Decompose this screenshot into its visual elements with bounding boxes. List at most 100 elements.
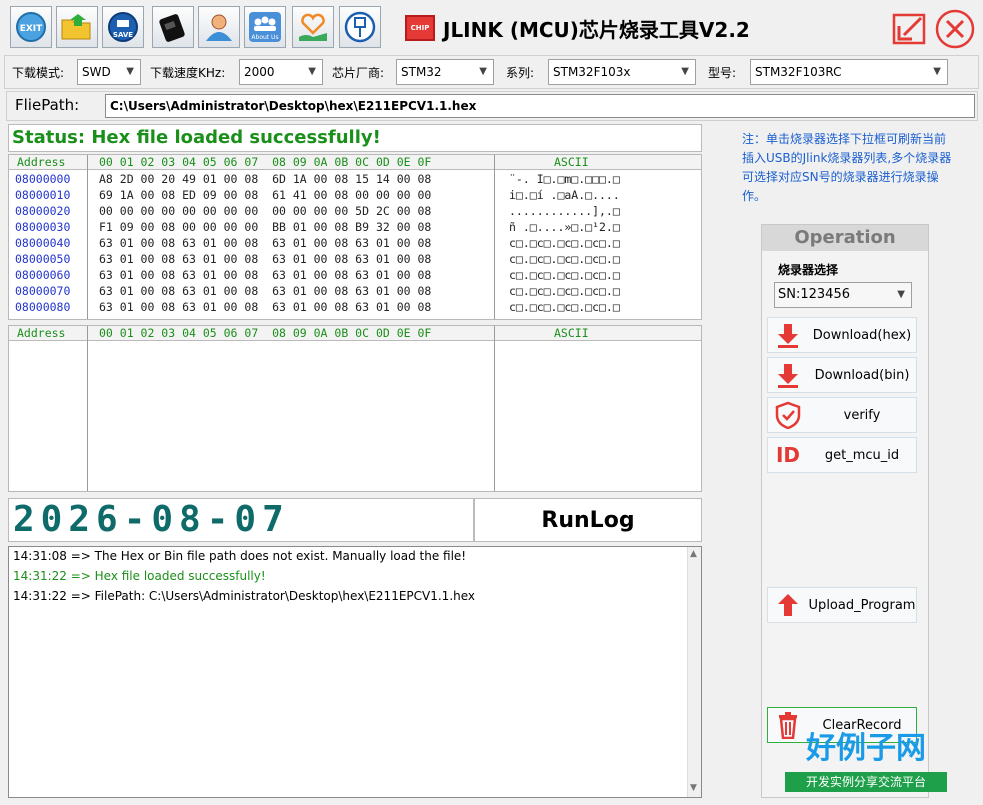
hex-bytes: 00 00 00 00 00 00 00 00 00 00 00 00 5D 2… bbox=[99, 204, 432, 218]
hex-header-bytes: 00 01 02 03 04 05 06 07 08 09 0A 0B 0C 0… bbox=[99, 326, 432, 340]
scroll-up-icon[interactable]: ▲ bbox=[690, 549, 697, 559]
chip-icon: CHIP bbox=[405, 15, 435, 41]
download-bin-button[interactable]: Download(bin) bbox=[767, 357, 917, 393]
hex-address: 08000080 bbox=[15, 300, 71, 314]
upload-icon bbox=[768, 592, 808, 618]
filepath-input[interactable]: C:\Users\Administrator\Desktop\hex\E211E… bbox=[105, 94, 975, 118]
hex-address: 08000010 bbox=[15, 188, 71, 202]
series-value: STM32F103x bbox=[553, 65, 631, 79]
hex-ascii: c□.□c□.□c□.□c□.□ bbox=[509, 236, 620, 250]
minimize-button[interactable] bbox=[891, 12, 927, 46]
download-hex-button[interactable]: Download(hex) bbox=[767, 317, 917, 353]
programmer-value: SN:123456 bbox=[778, 287, 850, 302]
log-scrollbar[interactable]: ▲ ▼ bbox=[687, 547, 701, 797]
hex-header: Address 00 01 02 03 04 05 06 07 08 09 0A… bbox=[9, 326, 701, 341]
jlink-device-icon bbox=[159, 14, 185, 42]
hex-address: 08000070 bbox=[15, 284, 71, 298]
column-divider bbox=[87, 326, 88, 491]
vendor-select[interactable]: STM32 ▼ bbox=[396, 59, 494, 85]
usage-note-text: 注：单击烧录器选择下拉框可刷新当前插入USB的Jlink烧录器列表,多个烧录器可… bbox=[742, 132, 952, 203]
hex-view-main[interactable]: Address 00 01 02 03 04 05 06 07 08 09 0A… bbox=[8, 154, 702, 320]
model-select[interactable]: STM32F103RC ▼ bbox=[750, 59, 948, 85]
chevron-down-icon: ▼ bbox=[897, 289, 905, 300]
usage-note: 注：单击烧录器选择下拉框可刷新当前插入USB的Jlink烧录器列表,多个烧录器可… bbox=[742, 130, 954, 206]
usb-button[interactable] bbox=[339, 6, 381, 48]
minimize-icon bbox=[892, 13, 926, 45]
hex-ascii: c□.□c□.□c□.□c□.□ bbox=[509, 252, 620, 266]
verify-button[interactable]: verify bbox=[767, 397, 917, 433]
open-file-button[interactable] bbox=[56, 6, 98, 48]
heart-hand-button[interactable] bbox=[292, 6, 334, 48]
get-mcu-id-label: get_mcu_id bbox=[824, 447, 900, 463]
speed-select[interactable]: 2000 ▼ bbox=[239, 59, 323, 85]
runlog-title-text: RunLog bbox=[541, 508, 635, 533]
download-icon bbox=[768, 322, 808, 348]
speed-value: 2000 bbox=[244, 65, 275, 79]
jlink-device-button[interactable] bbox=[152, 6, 194, 48]
hex-row: 08000040 63 01 00 08 63 01 00 08 63 01 00… bbox=[9, 235, 701, 251]
hex-header: Address 00 01 02 03 04 05 06 07 08 09 0A… bbox=[9, 155, 701, 170]
filepath-value: C:\Users\Administrator\Desktop\hex\E211E… bbox=[110, 99, 477, 113]
hex-address: 08000040 bbox=[15, 236, 71, 250]
operation-panel: Operation 烧录器选择 SN:123456 ▼ Download(hex… bbox=[761, 224, 929, 798]
hex-bytes: F1 09 00 08 00 00 00 00 BB 01 00 08 B9 3… bbox=[99, 220, 432, 234]
scroll-down-icon[interactable]: ▼ bbox=[690, 783, 697, 793]
log-line: 14:31:22 => Hex file loaded successfully… bbox=[13, 569, 266, 583]
programmer-label: 烧录器选择 bbox=[778, 263, 839, 277]
exit-button[interactable]: EXIT bbox=[10, 6, 52, 48]
close-button[interactable] bbox=[934, 9, 976, 49]
hex-bytes: A8 2D 00 20 49 01 00 08 6D 1A 00 08 15 1… bbox=[99, 172, 432, 186]
hex-row: 08000050 63 01 00 08 63 01 00 08 63 01 00… bbox=[9, 251, 701, 267]
runlog-panel[interactable]: 14:31:08 => The Hex or Bin file path doe… bbox=[8, 546, 702, 798]
hex-address: 08000000 bbox=[15, 172, 71, 186]
hex-row: 08000070 63 01 00 08 63 01 00 08 63 01 00… bbox=[9, 283, 701, 299]
window-title-text: JLINK (MCU)芯片烧录工具V2.2 bbox=[443, 17, 750, 42]
close-icon bbox=[935, 9, 975, 49]
download-hex-label: Download(hex) bbox=[812, 327, 912, 343]
hex-row: 08000000 A8 2D 00 20 49 01 00 08 6D 1A 00… bbox=[9, 171, 701, 187]
model-value: STM32F103RC bbox=[755, 65, 842, 79]
usb-icon bbox=[344, 11, 376, 43]
filepath-label: FliePath: bbox=[15, 96, 80, 114]
chevron-down-icon: ▼ bbox=[933, 66, 941, 77]
chevron-down-icon: ▼ bbox=[126, 66, 134, 77]
hex-view-secondary[interactable]: Address 00 01 02 03 04 05 06 07 08 09 0A… bbox=[8, 325, 702, 492]
hex-ascii: c□.□c□.□c□.□c□.□ bbox=[509, 268, 620, 282]
hex-address: 08000030 bbox=[15, 220, 71, 234]
window-title: CHIP JLINK (MCU)芯片烧录工具V2.2 bbox=[405, 14, 750, 42]
hex-bytes: 63 01 00 08 63 01 00 08 63 01 00 08 63 0… bbox=[99, 236, 432, 250]
hex-header-address: Address bbox=[17, 326, 66, 340]
hex-bytes: 69 1A 00 08 ED 09 00 08 61 41 00 08 00 0… bbox=[99, 188, 432, 202]
mode-select[interactable]: SWD ▼ bbox=[77, 59, 141, 85]
operation-title-text: Operation bbox=[794, 227, 896, 248]
upload-program-button[interactable]: Upload_Program bbox=[767, 587, 917, 623]
series-select[interactable]: STM32F103x ▼ bbox=[548, 59, 696, 85]
hex-bytes: 63 01 00 08 63 01 00 08 63 01 00 08 63 0… bbox=[99, 300, 432, 314]
get-mcu-id-button[interactable]: ID get_mcu_id bbox=[767, 437, 917, 473]
hex-header-bytes: 00 01 02 03 04 05 06 07 08 09 0A 0B 0C 0… bbox=[99, 155, 432, 169]
id-icon: ID bbox=[775, 443, 801, 467]
hex-ascii: c□.□c□.□c□.□c□.□ bbox=[509, 300, 620, 314]
chevron-down-icon: ▼ bbox=[681, 66, 689, 77]
chevron-down-icon: ▼ bbox=[479, 66, 487, 77]
programmer-select[interactable]: SN:123456 ▼ bbox=[774, 282, 912, 308]
svg-text:SAVE: SAVE bbox=[113, 31, 133, 39]
hex-ascii: ¨-. I□.□m□.□□□.□ bbox=[509, 172, 620, 186]
hex-ascii: c□.□c□.□c□.□c□.□ bbox=[509, 284, 620, 298]
user-button[interactable] bbox=[198, 6, 240, 48]
hex-row: 08000060 63 01 00 08 63 01 00 08 63 01 00… bbox=[9, 267, 701, 283]
status-text: Status: Hex file loaded successfully! bbox=[12, 127, 381, 148]
save-button[interactable]: SAVE bbox=[102, 6, 144, 48]
log-line: 14:31:08 => The Hex or Bin file path doe… bbox=[13, 549, 467, 563]
about-us-button[interactable]: About Us bbox=[244, 6, 286, 48]
mode-label: 下载模式: bbox=[12, 66, 65, 80]
hex-row: 08000020 00 00 00 00 00 00 00 00 00 00 00… bbox=[9, 203, 701, 219]
svg-text:EXIT: EXIT bbox=[20, 24, 43, 34]
watermark-text: 好例子网 bbox=[806, 731, 926, 766]
hex-ascii: ............],.□ bbox=[509, 204, 620, 218]
operation-title: Operation bbox=[762, 225, 928, 251]
filepath-row: FliePath: C:\Users\Administrator\Desktop… bbox=[6, 91, 978, 121]
watermark-subtitle: 开发实例分享交流平台 bbox=[785, 772, 947, 792]
about-us-icon: About Us bbox=[249, 12, 281, 42]
upload-program-label: Upload_Program bbox=[808, 597, 916, 613]
